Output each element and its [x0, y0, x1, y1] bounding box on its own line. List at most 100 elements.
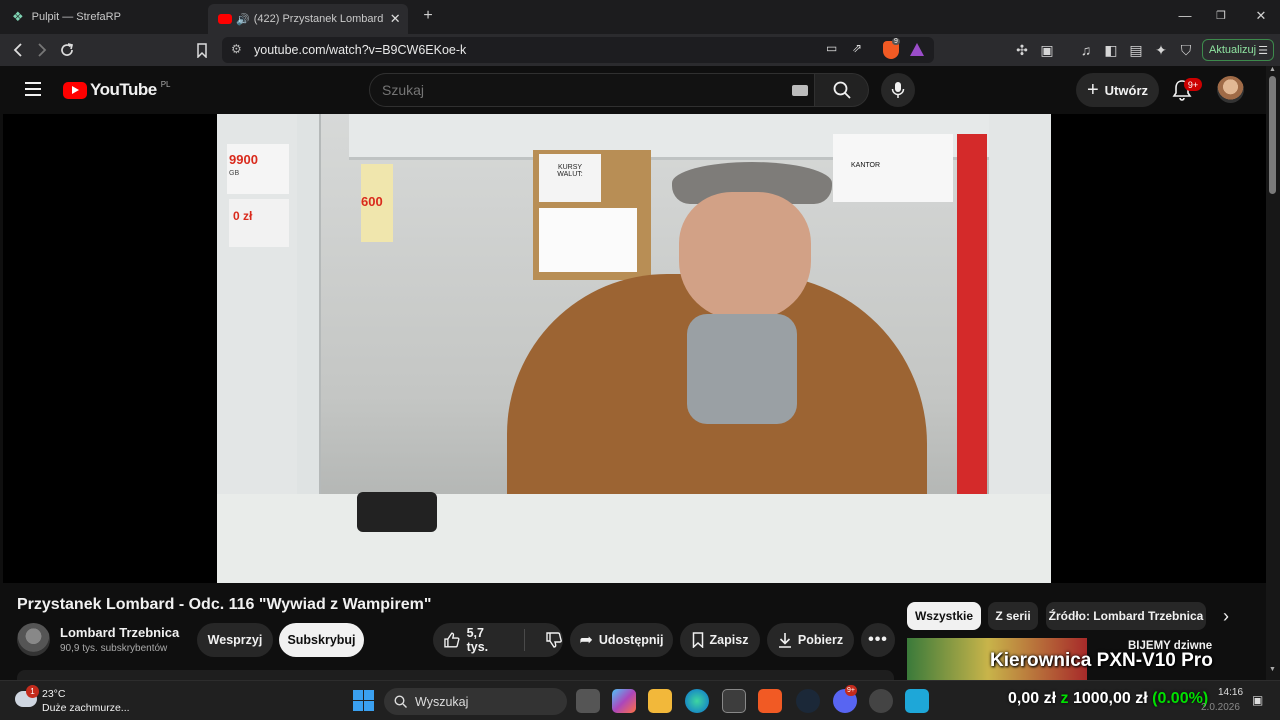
chip-all[interactable]: Wszystkie — [907, 602, 981, 630]
tab-pulpit[interactable]: ❖ Pulpit — StrefaRP — [8, 4, 204, 30]
clock-time[interactable]: 14:16 — [1218, 687, 1243, 698]
microphone-device — [357, 492, 437, 532]
keyboard-icon[interactable] — [792, 85, 808, 96]
close-tab-icon[interactable]: ✕ — [390, 11, 401, 27]
save-button[interactable]: Zapisz — [680, 623, 760, 657]
edge-icon[interactable] — [685, 689, 709, 713]
subscribe-button[interactable]: Subskrybuj — [279, 623, 364, 657]
weather-badge: 1 — [26, 685, 39, 698]
taskbar-search-label: Wyszukaj — [415, 694, 469, 709]
tab-youtube[interactable]: 🔊 (422) Przystanek Lombard - O ✕ — [208, 4, 408, 34]
search-input[interactable] — [382, 80, 762, 100]
clock-date[interactable]: 2.0.2026 — [1201, 702, 1240, 713]
money-left: 0,00 zł — [1008, 690, 1057, 707]
weather-temp[interactable]: 23°C — [42, 688, 65, 700]
more-actions-button[interactable]: ••• — [861, 623, 895, 657]
wallet-icon[interactable]: ▤ — [1126, 40, 1146, 60]
youtube-logo[interactable]: YouTube PL — [63, 80, 171, 100]
thumbs-down-icon — [546, 632, 562, 648]
scroll-thumb[interactable] — [1269, 76, 1276, 194]
music-icon[interactable]: ♫ — [1076, 40, 1096, 60]
channel-subscribers: 90,9 tys. subskrybentów — [60, 643, 168, 654]
download-button[interactable]: Pobierz — [767, 623, 854, 657]
windows-taskbar: 1 23°C Duże zachmurze... Wyszukaj 9+ 0,0… — [0, 680, 1280, 720]
dislike-button[interactable] — [545, 631, 563, 649]
close-window-button[interactable]: ✕ — [1250, 6, 1272, 26]
red-pillar — [957, 134, 987, 514]
copilot-icon[interactable] — [612, 689, 636, 713]
back-button[interactable] — [8, 40, 28, 60]
reload-button[interactable] — [57, 40, 77, 60]
scroll-down-icon[interactable]: ▼ — [1269, 666, 1276, 673]
steam-icon[interactable] — [796, 689, 820, 713]
channel-name[interactable]: Lombard Trzebnica — [60, 625, 179, 640]
minimize-button[interactable]: — — [1174, 6, 1196, 26]
description-box[interactable] — [17, 670, 894, 680]
address-bar[interactable]: ⚙ youtube.com/watch?v=B9CW6EKoe-k ▭ ⇗ 9 — [222, 37, 934, 63]
extensions-icon[interactable]: ✣ — [1012, 40, 1032, 60]
task-view-icon[interactable] — [576, 689, 600, 713]
url-text: youtube.com/watch?v=B9CW6EKoe-k — [254, 43, 467, 57]
cast-icon[interactable]: ▭ — [826, 41, 837, 55]
menu-icon: ☰ — [1258, 44, 1268, 57]
app-icon[interactable] — [869, 689, 893, 713]
money-right: 1000,00 zł — [1072, 690, 1148, 707]
store-icon[interactable] — [722, 689, 746, 713]
share-page-icon[interactable]: ⇗ — [852, 41, 862, 55]
create-button[interactable]: + Utwórz — [1076, 73, 1159, 107]
tab-title: (422) Przystanek Lombard - O — [253, 13, 384, 25]
price-poster: 0 zł — [229, 199, 289, 247]
tab-title: Pulpit — StrefaRP — [31, 11, 121, 23]
account-avatar[interactable] — [1217, 76, 1244, 103]
speaker-icon[interactable]: 🔊 — [236, 13, 250, 26]
video-frame[interactable]: 9900 GB 0 zł 600 KURSY WALUT: KANTOR — [217, 114, 1051, 583]
vpn-icon[interactable]: ⛉ — [1176, 40, 1196, 60]
site-settings-icon[interactable]: ⚙ — [231, 42, 242, 56]
chips-next-icon[interactable]: › — [1223, 606, 1239, 626]
leo-ai-icon[interactable]: ✦ — [1151, 40, 1171, 60]
zero-tag: 0 zł — [233, 209, 253, 223]
like-dislike-group: 5,7 tys. — [433, 623, 563, 657]
screenshot-icon[interactable]: ▣ — [1037, 40, 1057, 60]
share-icon: ➦ — [579, 632, 593, 649]
youtube-header: YouTube PL + Utwórz 9+ — [0, 66, 1266, 114]
file-explorer-icon[interactable] — [648, 689, 672, 713]
region-label: PL — [160, 79, 171, 89]
like-count: 5,7 tys. — [466, 626, 489, 654]
rates-sign-text: KURSY WALUT: — [557, 164, 583, 178]
brave-icon[interactable] — [758, 689, 782, 713]
rates-table — [539, 208, 637, 272]
chip-series[interactable]: Z serii — [988, 602, 1038, 630]
notification-center-icon[interactable]: ▣ — [1252, 693, 1263, 707]
create-label: Utwórz — [1104, 82, 1149, 98]
search-box[interactable] — [369, 73, 815, 107]
join-button[interactable]: Wesprzyj — [197, 623, 273, 657]
forward-button[interactable] — [32, 40, 52, 60]
rates-sign: KURSY WALUT: — [539, 154, 601, 202]
promo-number: 9900 — [229, 152, 258, 167]
chip-source[interactable]: Źródło: Lombard Trzebnica — [1046, 602, 1206, 630]
windows-start-icon[interactable] — [353, 690, 374, 711]
hamburger-menu-icon[interactable] — [25, 82, 41, 96]
update-button[interactable]: Aktualizuj ☰ — [1202, 39, 1274, 61]
maximize-button[interactable]: ❐ — [1210, 6, 1232, 26]
scroll-up-icon[interactable]: ▲ — [1269, 66, 1276, 73]
like-button[interactable]: 5,7 tys. — [443, 626, 508, 654]
save-icon — [692, 632, 703, 648]
price-tag: 600 — [361, 194, 383, 209]
plus-icon: + — [1086, 78, 1099, 101]
new-tab-button[interactable]: + — [417, 6, 439, 26]
sidebar-icon[interactable]: ◧ — [1101, 40, 1121, 60]
search-button[interactable] — [815, 73, 869, 107]
shield-badge: 9 — [892, 38, 900, 45]
weather-desc[interactable]: Duże zachmurze... — [42, 702, 130, 714]
bookmark-icon[interactable] — [192, 40, 212, 60]
notepad-icon[interactable] — [905, 689, 929, 713]
page-scrollbar[interactable]: ▲ ▼ — [1266, 66, 1280, 680]
taskbar-search[interactable]: Wyszukaj — [384, 688, 567, 715]
brave-rewards-icon[interactable] — [910, 43, 924, 56]
save-label: Zapisz — [709, 633, 749, 647]
channel-avatar[interactable] — [17, 623, 50, 656]
share-button[interactable]: ➦ Udostępnij — [570, 623, 673, 657]
voice-search-button[interactable] — [881, 73, 915, 107]
